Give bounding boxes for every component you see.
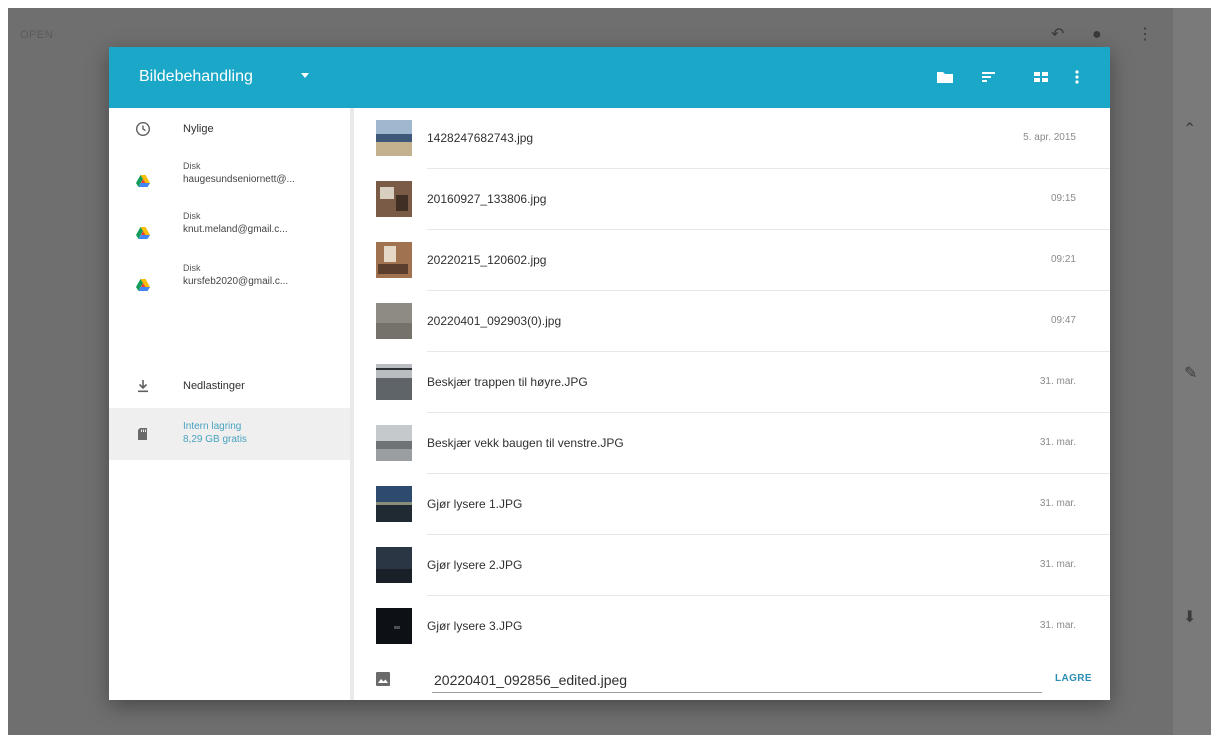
file-row[interactable]: Gjør lysere 3.JPG 31. mar. [354, 596, 1110, 657]
sidebar-item-label: Disk [183, 161, 201, 171]
undo-icon: ↶ [1051, 26, 1065, 43]
file-date: 31. mar. [1039, 498, 1076, 509]
file-date: 31. mar. [1039, 376, 1076, 387]
image-thumbnail [376, 120, 412, 156]
file-name: Beskjær trappen til høyre.JPG [427, 375, 588, 389]
file-row[interactable]: 1428247682743.jpg 5. apr. 2015 [354, 108, 1110, 169]
roots-sidebar: Nylige Disk haugesundseniornett@... Disk… [109, 108, 350, 700]
image-thumbnail [376, 303, 412, 339]
sidebar-item-internal-storage[interactable]: Intern lagring 8,29 GB gratis [109, 408, 350, 460]
info-icon: ● [1092, 26, 1102, 43]
download-icon [138, 380, 148, 393]
sidebar-item-drive-2[interactable]: Disk knut.meland@gmail.c... [109, 204, 350, 256]
dialog-toolbar: Bildebehandling [109, 47, 1110, 108]
file-date: 09:47 [1050, 315, 1076, 326]
more-options-icon[interactable] [1067, 67, 1087, 87]
image-thumbnail [376, 425, 412, 461]
file-row[interactable]: 20220215_120602.jpg 09:21 [354, 230, 1110, 291]
storage-free-space: 8,29 GB gratis [183, 434, 247, 445]
sidebar-item-drive-1[interactable]: Disk haugesundseniornett@... [109, 152, 350, 204]
image-thumbnail [376, 547, 412, 583]
image-file-icon [376, 672, 390, 686]
file-date: 31. mar. [1039, 437, 1076, 448]
save-button[interactable]: LAGRE [1049, 672, 1098, 685]
location-title[interactable]: Bildebehandling [139, 68, 253, 86]
sidebar-item-label: Intern lagring [183, 421, 242, 432]
google-drive-icon [136, 175, 150, 187]
sidebar-item-account: kursfeb2020@gmail.c... [183, 276, 289, 287]
file-row[interactable]: 20220401_092903(0).jpg 09:47 [354, 291, 1110, 352]
image-thumbnail [376, 608, 412, 644]
file-name: Gjør lysere 1.JPG [427, 497, 523, 511]
file-row[interactable]: Beskjær trappen til høyre.JPG 31. mar. [354, 352, 1110, 413]
sidebar-item-label: Disk [183, 263, 201, 273]
file-row[interactable]: Beskjær vekk baugen til venstre.JPG 31. … [354, 413, 1110, 474]
sidebar-item-label: Nylige [183, 123, 214, 135]
clock-icon [135, 121, 151, 137]
edit-icon: ✎ [1184, 365, 1198, 382]
grid-view-icon[interactable] [1031, 67, 1051, 87]
file-name: 20220215_120602.jpg [427, 253, 547, 267]
file-date: 09:15 [1050, 193, 1076, 204]
sidebar-item-downloads[interactable]: Nedlastinger [109, 364, 350, 408]
filename-input[interactable] [432, 668, 1042, 693]
more-vert-icon: ⋮ [1137, 26, 1153, 43]
google-drive-icon [136, 227, 150, 239]
image-thumbnail [376, 181, 412, 217]
chevron-up-icon: ⌃ [1183, 121, 1197, 138]
file-list: 1428247682743.jpg 5. apr. 2015 20160927_… [354, 108, 1110, 660]
save-bar: LAGRE [354, 660, 1110, 700]
file-name: Gjør lysere 2.JPG [427, 558, 523, 572]
file-name: Beskjær vekk baugen til venstre.JPG [427, 436, 624, 450]
file-date: 09:21 [1050, 254, 1076, 265]
background-open-label: OPEN [20, 29, 54, 41]
save-dialog: Bildebehandling Nylige Disk haugesundsen… [109, 47, 1110, 700]
sidebar-item-label: Nedlastinger [183, 380, 245, 392]
image-thumbnail [376, 486, 412, 522]
image-thumbnail [376, 364, 412, 400]
new-folder-icon[interactable] [935, 67, 955, 87]
file-name: 1428247682743.jpg [427, 131, 534, 145]
sidebar-item-recent[interactable]: Nylige [109, 108, 350, 152]
file-row[interactable]: 20160927_133806.jpg 09:15 [354, 169, 1110, 230]
file-row[interactable]: Gjør lysere 1.JPG 31. mar. [354, 474, 1110, 535]
file-date: 31. mar. [1039, 559, 1076, 570]
google-drive-icon [136, 279, 150, 291]
file-row[interactable]: Gjør lysere 2.JPG 31. mar. [354, 535, 1110, 596]
image-thumbnail [376, 242, 412, 278]
file-name: 20160927_133806.jpg [427, 192, 547, 206]
sd-card-icon [138, 428, 147, 440]
file-date: 31. mar. [1039, 620, 1076, 631]
file-date: 5. apr. 2015 [1023, 132, 1076, 143]
file-name: 20220401_092903(0).jpg [427, 314, 562, 328]
sidebar-item-label: Disk [183, 211, 201, 221]
dropdown-arrow-icon[interactable] [301, 73, 309, 78]
sort-icon[interactable] [979, 67, 999, 87]
file-name: Gjør lysere 3.JPG [427, 619, 523, 633]
sidebar-item-account: haugesundseniornett@... [183, 174, 295, 185]
sidebar-item-drive-3[interactable]: Disk kursfeb2020@gmail.c... [109, 256, 350, 308]
share-icon: ⬇ [1183, 609, 1197, 626]
sidebar-item-account: knut.meland@gmail.c... [183, 224, 288, 235]
